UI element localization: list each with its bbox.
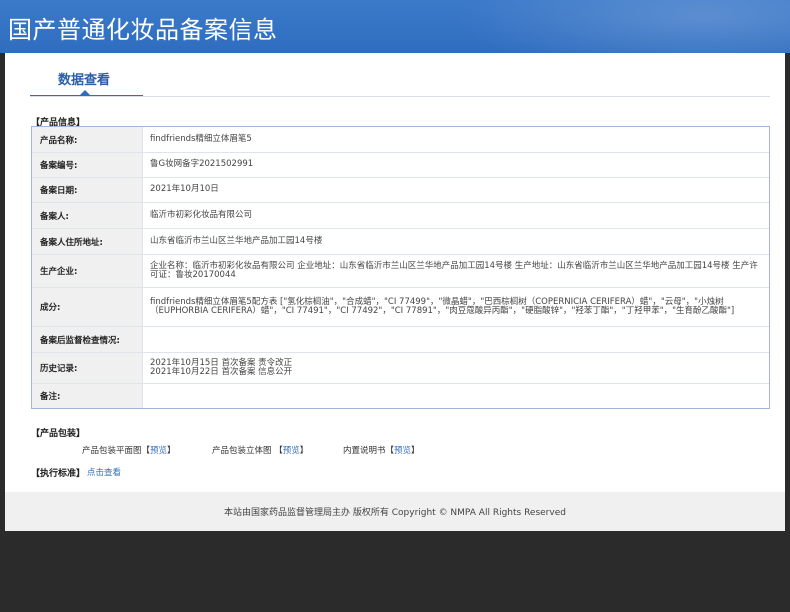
row-label: 备案人: <box>32 203 143 228</box>
preview-link-manual[interactable]: 预览 <box>394 446 411 456</box>
row-value: 企业名称：临沂市初彩化妆品有限公司 企业地址：山东省临沂市兰山区兰华地产品加工园… <box>150 260 758 280</box>
table-row: 历史记录: 2021年10月15日 首次备案 责令改正 2021年10月22日 … <box>32 353 769 384</box>
row-label: 成分: <box>32 288 143 326</box>
copyright-text: 本站由国家药品监督管理局主办 版权所有 Copyright © NMPA All… <box>224 508 566 518</box>
packaging-solid: 产品包装立体图 【预览】 <box>212 446 309 456</box>
table-row: 备案日期: 2021年10月10日 <box>32 178 769 203</box>
tab-bar: 数据查看 <box>5 53 785 97</box>
preview-link-flat[interactable]: 预览 <box>150 446 167 456</box>
row-label: 备案后监督检查情况: <box>32 327 143 352</box>
table-row: 备注: <box>32 384 769 408</box>
row-value <box>143 384 769 408</box>
row-label: 生产企业: <box>32 255 143 287</box>
table-row: 备案后监督检查情况: <box>32 327 769 353</box>
tab-data-view[interactable]: 数据查看 <box>58 69 110 88</box>
packaging-manual-label: 内置说明书 <box>343 446 386 456</box>
row-label: 备案人住所地址: <box>32 229 143 254</box>
preview-link-solid[interactable]: 预览 <box>283 446 300 456</box>
table-row: 备案人: 临沂市初彩化妆品有限公司 <box>32 203 769 229</box>
table-row: 备案人住所地址: 山东省临沂市兰山区兰华地产品加工园14号楼 <box>32 229 769 255</box>
table-row: 生产企业: 企业名称：临沂市初彩化妆品有限公司 企业地址：山东省临沂市兰山区兰华… <box>32 255 769 288</box>
row-label: 历史记录: <box>32 353 143 383</box>
footer: 本站由国家药品监督管理局主办 版权所有 Copyright © NMPA All… <box>5 492 785 531</box>
row-value <box>143 327 769 352</box>
tab-divider <box>30 96 770 97</box>
row-label: 产品名称: <box>32 127 143 152</box>
site-header: 国产普通化妆品备案信息 <box>0 0 790 53</box>
packaging-flat: 产品包装平面图【预览】 <box>82 446 176 456</box>
product-info-table: 产品名称: findfriends精细立体眉笔5 备案编号: 鲁G妆网备字202… <box>31 126 770 409</box>
row-value: 2021年10月10日 <box>150 184 219 195</box>
row-value: 鲁G妆网备字2021502991 <box>150 159 254 170</box>
table-row: 产品名称: findfriends精细立体眉笔5 <box>32 127 769 153</box>
row-value: 山东省临沂市兰山区兰华地产品加工园14号楼 <box>150 235 323 246</box>
table-row: 备案编号: 鲁G妆网备字2021502991 <box>32 153 769 178</box>
standard-view-link[interactable]: 点击查看 <box>87 466 121 478</box>
main-panel: 数据查看 【产品信息】 产品名称: findfriends精细立体眉笔5 备案编… <box>5 53 785 531</box>
row-label: 备案日期: <box>32 178 143 202</box>
section-title-packaging: 【产品包装】 <box>31 429 86 439</box>
row-label: 备案编号: <box>32 153 143 177</box>
row-value: findfriends精细立体眉笔5 <box>150 133 252 144</box>
row-value: 临沂市初彩化妆品有限公司 <box>150 209 253 220</box>
table-row: 成分: findfriends精细立体眉笔5配方表 ["氢化棕榈油"，"合成蜡"… <box>32 288 769 327</box>
row-value: 2021年10月15日 首次备案 责令改正 2021年10月22日 首次备案 信… <box>150 357 293 377</box>
packaging-solid-label: 产品包装立体图 <box>212 446 272 456</box>
packaging-flat-label: 产品包装平面图 <box>82 446 142 456</box>
packaging-manual: 内置说明书【预览】 <box>343 446 420 456</box>
section-title-standard: 【执行标准】 <box>31 469 86 479</box>
row-value: findfriends精细立体眉笔5配方表 ["氢化棕榈油"，"合成蜡"，"CI… <box>150 296 735 316</box>
row-label: 备注: <box>32 384 143 408</box>
site-title: 国产普通化妆品备案信息 <box>8 16 278 44</box>
